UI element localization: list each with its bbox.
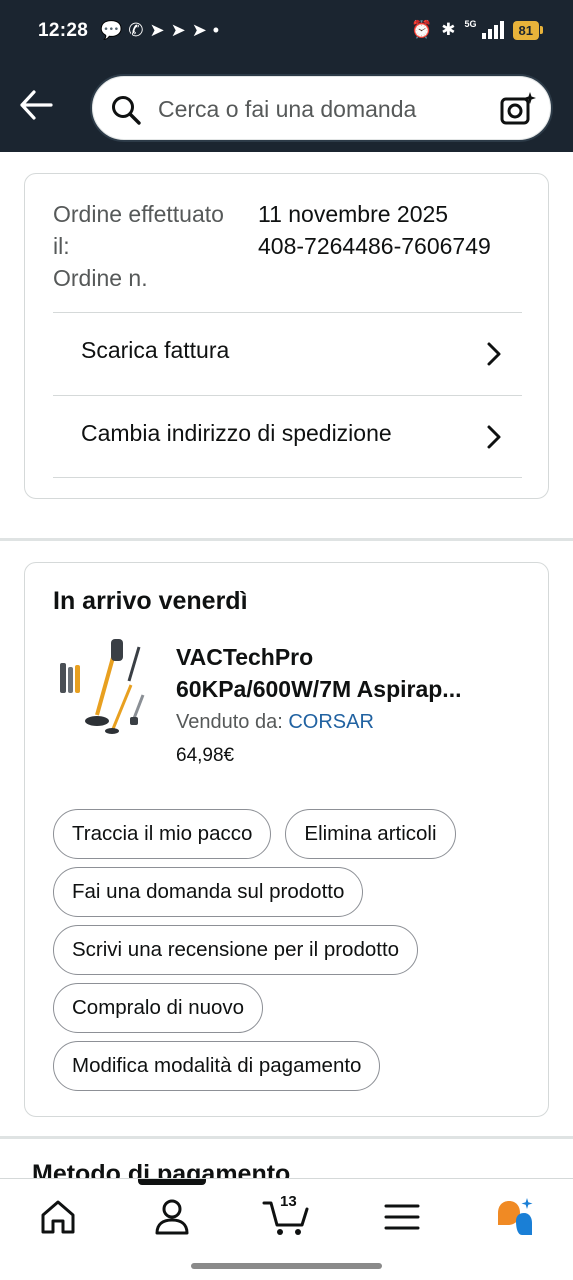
order-date-label: Ordine effettuato il:	[53, 201, 224, 259]
alarm-icon: ⏰	[411, 20, 433, 39]
order-date: 11 novembre 2025	[258, 201, 449, 227]
order-number: 408-7264486-7606749	[258, 233, 491, 259]
change-address-label: Cambia indirizzo di spedizione	[81, 420, 392, 446]
chevron-right-icon	[487, 342, 501, 366]
delete-items-button[interactable]: Elimina articoli	[285, 809, 456, 859]
buy-again-button[interactable]: Compralo di nuovo	[53, 983, 264, 1033]
change-payment-button[interactable]: Modifica modalità di pagamento	[53, 1041, 381, 1091]
active-tab-indicator	[138, 1179, 206, 1185]
order-labels: Ordine effettuato il: Ordine n.	[53, 198, 243, 294]
order-action-buttons: Traccia il mio pacco Elimina articoli Fa…	[53, 809, 523, 1091]
product-title-line1: VACTechPro	[176, 644, 314, 670]
signal-icon	[481, 21, 504, 39]
battery-icon: 81	[512, 20, 543, 40]
product-title[interactable]: VACTechPro 60KPa/600W/7M Aspirap...	[176, 641, 521, 705]
seller-link[interactable]: CORSAR	[288, 711, 374, 733]
product-price: 64,98€	[176, 745, 235, 766]
search-icon	[112, 96, 141, 125]
bottom-navigation: 13	[0, 1178, 573, 1280]
arrival-heading: In arrivo venerdì	[53, 587, 248, 615]
change-address-row[interactable]: Cambia indirizzo di spedizione	[53, 395, 522, 477]
rufus-icon[interactable]	[494, 1197, 534, 1237]
product-image[interactable]	[57, 637, 149, 741]
bluetooth-icon: ✱	[441, 20, 456, 39]
sold-by-label: Venduto da:	[176, 711, 289, 733]
product-title-line2: 60KPa/600W/7M Aspirap...	[176, 676, 462, 702]
status-time: 12:28	[38, 20, 89, 41]
chat-bubble-icon: 💬	[100, 20, 129, 40]
top-bar: 12:28 💬✆➤➤➤• ⏰ ✱ 5G 81 Cerca o fai una d…	[0, 0, 573, 152]
search-input[interactable]: Cerca o fai una domanda	[158, 96, 416, 123]
telegram-icon: ➤	[149, 20, 171, 40]
chevron-right-icon	[487, 425, 501, 449]
menu-icon[interactable]	[382, 1197, 422, 1237]
seller-info: Venduto da: CORSAR	[176, 711, 374, 734]
telegram-icon: ➤	[191, 20, 213, 40]
camera-search-icon[interactable]	[499, 90, 537, 128]
write-review-button[interactable]: Scrivi una recensione per il prodotto	[53, 925, 419, 975]
shipment-card: In arrivo venerdì VACTechPro 60KPa/600W/…	[24, 562, 549, 1117]
download-invoice-label: Scarica fattura	[81, 337, 230, 363]
order-number-label: Ordine n.	[53, 265, 148, 291]
account-icon[interactable]	[152, 1197, 192, 1237]
download-invoice-row[interactable]: Scarica fattura	[53, 312, 522, 394]
network-type: 5G	[464, 19, 477, 29]
cart-count: 13	[280, 1193, 297, 1210]
track-package-button[interactable]: Traccia il mio pacco	[53, 809, 272, 859]
status-bar: 12:28 💬✆➤➤➤• ⏰ ✱ 5G 81	[0, 0, 573, 64]
section-divider	[0, 538, 573, 541]
status-right: ⏰ ✱ 5G 81	[411, 20, 543, 40]
battery-level: 81	[512, 20, 539, 40]
order-details-card: Ordine effettuato il: Ordine n. 11 novem…	[24, 173, 549, 499]
gesture-bar	[191, 1263, 382, 1269]
notification-icons: 💬✆➤➤➤•	[100, 20, 225, 41]
telegram-icon: ➤	[170, 20, 192, 40]
section-divider	[0, 1136, 573, 1139]
home-icon[interactable]	[38, 1197, 78, 1237]
row-divider	[53, 477, 522, 478]
cart-icon[interactable]: 13	[262, 1193, 310, 1237]
search-bar[interactable]: Cerca o fai una domanda	[90, 74, 553, 142]
whatsapp-icon: ✆	[128, 20, 150, 40]
ask-product-question-button[interactable]: Fai una domanda sul prodotto	[53, 867, 364, 917]
dot-icon: •	[212, 20, 226, 40]
order-values: 11 novembre 2025 408-7264486-7606749	[258, 198, 523, 262]
back-arrow-icon[interactable]	[18, 88, 54, 122]
